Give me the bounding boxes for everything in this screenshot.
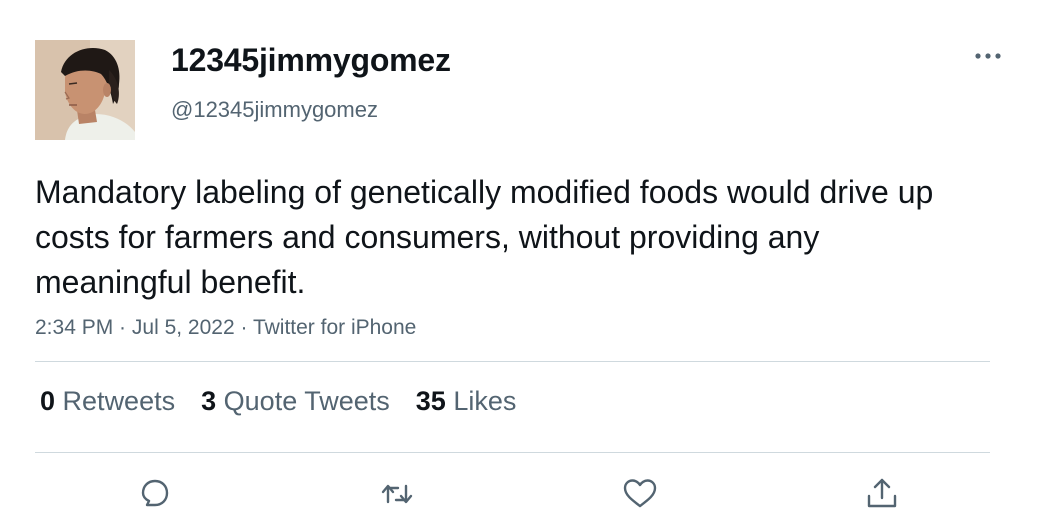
tweet-time[interactable]: 2:34 PM bbox=[35, 316, 113, 339]
stat-label: Quote Tweets bbox=[223, 386, 390, 416]
stat-count: 35 bbox=[415, 386, 446, 416]
stat-label: Retweets bbox=[62, 386, 176, 416]
share-icon[interactable] bbox=[862, 474, 902, 514]
avatar-photo bbox=[35, 40, 135, 140]
tweet-card: 12345jimmygomez @12345jimmygomez Mandato… bbox=[0, 0, 1050, 525]
tweet-stats: 0 Retweets 3 Quote Tweets 35 Likes bbox=[40, 386, 542, 417]
like-icon[interactable] bbox=[620, 474, 660, 514]
more-options-icon[interactable] bbox=[966, 40, 1010, 72]
display-name[interactable]: 12345jimmygomez bbox=[171, 42, 451, 79]
stat-quote-tweets[interactable]: 3 Quote Tweets bbox=[201, 386, 390, 417]
stat-count: 3 bbox=[201, 386, 217, 416]
retweet-icon[interactable] bbox=[377, 474, 417, 514]
stat-likes[interactable]: 35 Likes bbox=[416, 386, 517, 417]
stat-count: 0 bbox=[40, 386, 56, 416]
divider bbox=[35, 452, 990, 453]
user-handle[interactable]: @12345jimmygomez bbox=[171, 97, 378, 123]
divider bbox=[35, 361, 990, 362]
stat-retweets[interactable]: 0 Retweets bbox=[40, 386, 175, 417]
tweet-text: Mandatory labeling of genetically modifi… bbox=[35, 174, 934, 300]
stat-label: Likes bbox=[453, 386, 517, 416]
meta-separator: · bbox=[234, 316, 253, 339]
reply-icon[interactable] bbox=[135, 474, 175, 514]
avatar[interactable] bbox=[35, 40, 135, 140]
tweet-source[interactable]: Twitter for iPhone bbox=[253, 316, 416, 339]
tweet-meta: 2:34 PM · Jul 5, 2022 · Twitter for iPho… bbox=[35, 316, 416, 340]
meta-separator: · bbox=[113, 316, 132, 339]
tweet-date[interactable]: Jul 5, 2022 bbox=[132, 316, 235, 339]
